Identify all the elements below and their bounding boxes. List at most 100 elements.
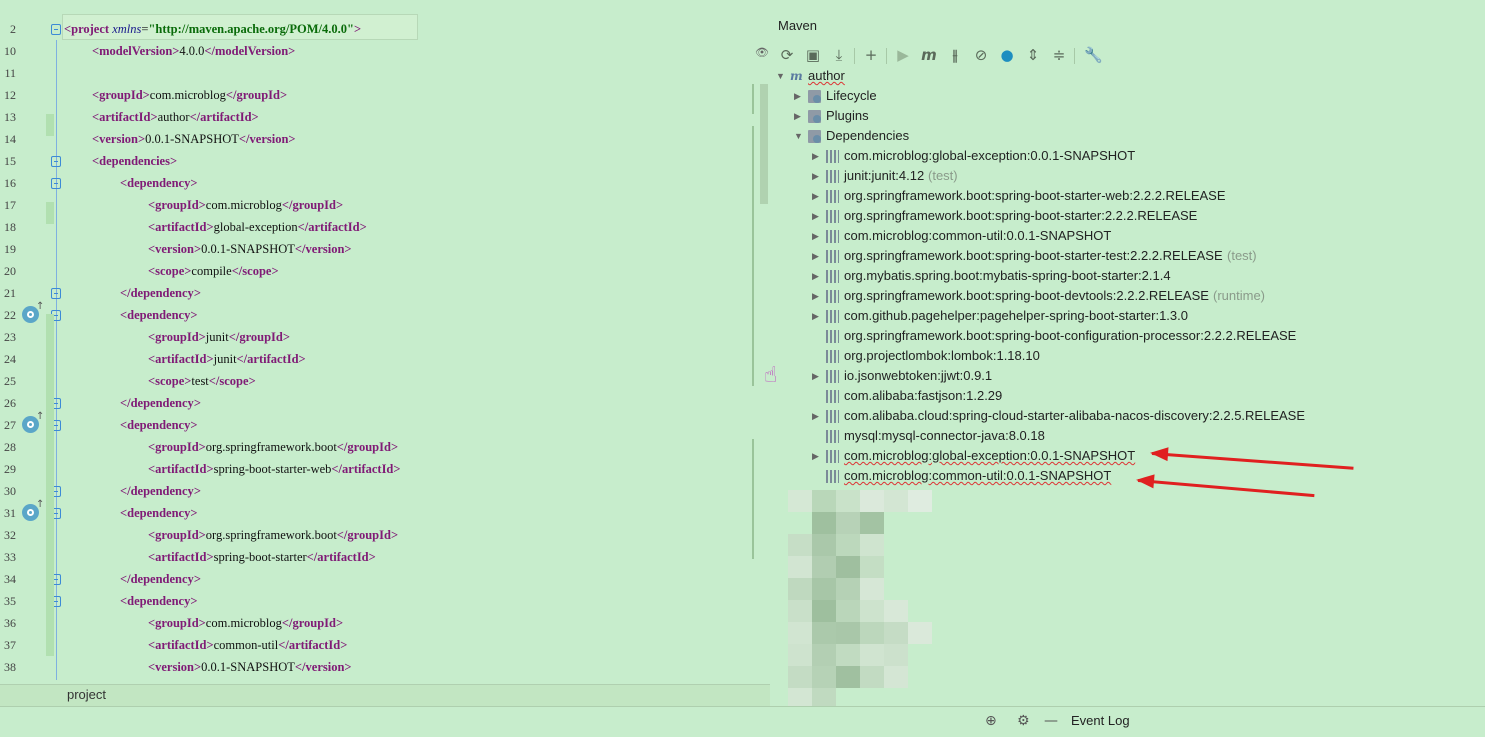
show-dependencies-icon[interactable]: ● <box>998 46 1016 64</box>
chevron-right-icon[interactable]: ▶ <box>812 146 822 166</box>
code-line[interactable]: <groupId>com.microblog</groupId> <box>148 194 770 216</box>
chevron-right-icon[interactable]: ▶ <box>812 366 822 386</box>
code-line[interactable]: <groupId>junit</groupId> <box>148 326 770 348</box>
chevron-right-icon[interactable]: ▶ <box>812 166 822 186</box>
chevron-right-icon[interactable]: ▶ <box>794 86 804 106</box>
code-line[interactable]: <dependency> <box>120 590 770 612</box>
settings-wrench-icon[interactable]: 🔧 <box>1084 46 1103 64</box>
library-icon <box>826 350 839 363</box>
fold-marker-icon[interactable] <box>51 156 61 167</box>
preview-eye-icon[interactable]: 👁 <box>755 46 769 59</box>
code-line[interactable]: <project xmlns="http://maven.apache.org/… <box>64 18 770 40</box>
chevron-right-icon[interactable]: ▶ <box>812 186 822 206</box>
tree-item[interactable]: ▶ Plugins <box>770 106 1485 126</box>
tree-item[interactable]: org.projectlombok:lombok:1.18.10 <box>770 346 1485 366</box>
tree-item[interactable]: ▶ org.mybatis.spring.boot:mybatis-spring-… <box>770 266 1485 286</box>
code-line[interactable]: <version>0.0.1-SNAPSHOT</version> <box>148 656 770 678</box>
chevron-right-icon[interactable]: ▶ <box>812 406 822 426</box>
tag-name: groupId <box>292 198 336 212</box>
expand-all-icon[interactable]: ⇕ <box>1024 46 1042 64</box>
target-icon[interactable]: ⊕ <box>985 713 997 729</box>
chevron-right-icon[interactable]: ▶ <box>812 226 822 246</box>
code-line[interactable]: <dependency> <box>120 172 770 194</box>
editor-vertical-scrollbar[interactable] <box>760 84 768 204</box>
tree-item[interactable]: com.alibaba:fastjson:1.2.29 <box>770 386 1485 406</box>
tag-bracket: > <box>198 198 206 212</box>
chevron-right-icon[interactable]: ▶ <box>812 446 822 466</box>
tree-item[interactable]: ▶ org.springframework.boot:spring-boot-de… <box>770 286 1485 306</box>
tree-item[interactable]: ▶ org.springframework.boot:spring-boot-st… <box>770 186 1485 206</box>
fold-marker-icon[interactable] <box>51 178 61 189</box>
code-line[interactable]: <artifactId>junit</artifactId> <box>148 348 770 370</box>
code-line[interactable]: <dependency> <box>120 414 770 436</box>
tree-item[interactable]: org.springframework.boot:spring-boot-con… <box>770 326 1485 346</box>
tree-item[interactable]: ▶ com.alibaba.cloud:spring-cloud-starter-… <box>770 406 1485 426</box>
event-log-tab[interactable]: Event Log <box>1071 713 1130 728</box>
code-line[interactable]: <version>0.0.1-SNAPSHOT</version> <box>148 238 770 260</box>
code-line[interactable]: <dependency> <box>120 304 770 326</box>
tree-item[interactable]: ▶ Lifecycle <box>770 86 1485 106</box>
tag-bracket: > <box>288 132 296 146</box>
code-line[interactable]: <groupId>org.springframework.boot</group… <box>148 524 770 546</box>
code-line[interactable]: <version>0.0.1-SNAPSHOT</version> <box>92 128 770 150</box>
element-text: 0.0.1-SNAPSHOT <box>145 132 239 146</box>
gear-icon[interactable]: ⚙ <box>1017 713 1030 729</box>
code-line[interactable]: <modelVersion>4.0.0</modelVersion> <box>92 40 770 62</box>
chevron-down-icon[interactable]: ▼ <box>794 126 804 146</box>
chevron-right-icon[interactable]: ▶ <box>812 246 822 266</box>
refresh-icon[interactable]: ⟳ <box>778 46 796 64</box>
pom-editor[interactable]: 2 <project xmlns="http://maven.apache.org… <box>0 14 770 684</box>
fold-marker-icon[interactable] <box>51 288 61 299</box>
tree-item[interactable]: ▶ junit:junit:4.12 (test) <box>770 166 1485 186</box>
code-line[interactable]: <artifactId>global-exception</artifactId… <box>148 216 770 238</box>
tree-item[interactable]: com.microblog:common-util:0.0.1-SNAPSHOT <box>770 466 1485 486</box>
collapse-all-icon[interactable]: ≑ <box>1050 46 1068 64</box>
code-line[interactable]: <groupId>com.microblog</groupId> <box>148 612 770 634</box>
minimize-icon[interactable]: — <box>1044 713 1058 729</box>
code-line[interactable]: <artifactId>common-util</artifactId> <box>148 634 770 656</box>
fold-marker-icon[interactable] <box>51 24 61 35</box>
breadcrumb[interactable]: project <box>0 684 770 707</box>
code-line[interactable]: <scope>compile</scope> <box>148 260 770 282</box>
tree-item[interactable]: mysql:mysql-connector-java:8.0.18 <box>770 426 1485 446</box>
chevron-right-icon[interactable]: ▶ <box>794 106 804 126</box>
chevron-right-icon[interactable]: ▶ <box>812 306 822 326</box>
code-line[interactable]: <artifactId>spring-boot-starter</artifac… <box>148 546 770 568</box>
tree-item[interactable]: ▼ Dependencies <box>770 126 1485 146</box>
tree-item[interactable]: ▶ io.jsonwebtoken:jjwt:0.9.1 <box>770 366 1485 386</box>
add-icon[interactable]: + <box>862 46 880 64</box>
skip-tests-icon[interactable]: ⊘ <box>972 46 990 64</box>
code-line[interactable]: <artifactId>author</artifactId> <box>92 106 770 128</box>
code-line[interactable]: </dependency> <box>120 480 770 502</box>
tree-item[interactable]: ▶ com.microblog:common-util:0.0.1-SNAPSHO… <box>770 226 1485 246</box>
chevron-right-icon[interactable]: ▶ <box>812 266 822 286</box>
download-icon[interactable]: ⤓ <box>830 46 848 64</box>
code-line[interactable]: </dependency> <box>120 392 770 414</box>
code-line[interactable]: <dependencies> <box>92 150 770 172</box>
maven-goal-icon[interactable]: m <box>920 46 938 64</box>
override-gutter-icon[interactable]: ↑ <box>22 412 44 433</box>
code-line[interactable]: <dependency> <box>120 502 770 524</box>
code-line[interactable]: </dependency> <box>120 282 770 304</box>
tree-root-author[interactable]: ▼ m author <box>770 66 1485 86</box>
tag-name: scope <box>155 374 185 388</box>
run-icon[interactable]: ▶ <box>894 46 912 64</box>
code-line[interactable]: <groupId>com.microblog</groupId> <box>92 84 770 106</box>
tree-item[interactable]: ▶ com.microblog:global-exception:0.0.1-SN… <box>770 146 1485 166</box>
tree-item[interactable]: ▶ org.springframework.boot:spring-boot-st… <box>770 246 1485 266</box>
chevron-down-icon[interactable]: ▼ <box>776 66 786 86</box>
tree-item[interactable]: ▶ com.github.pagehelper:pagehelper-spring… <box>770 306 1485 326</box>
tree-item[interactable]: ▶ com.microblog:global-exception:0.0.1-SN… <box>770 446 1485 466</box>
code-line[interactable]: <groupId>org.springframework.boot</group… <box>148 436 770 458</box>
tree-item[interactable]: ▶ org.springframework.boot:spring-boot-st… <box>770 206 1485 226</box>
chevron-right-icon[interactable]: ▶ <box>812 206 822 226</box>
toggle-offline-icon[interactable]: ⫲ <box>946 46 964 64</box>
code-line[interactable]: <artifactId>spring-boot-starter-web</art… <box>148 458 770 480</box>
reimport-icon[interactable]: ▣ <box>804 46 822 64</box>
chevron-right-icon[interactable]: ▶ <box>812 286 822 306</box>
override-gutter-icon[interactable]: ↑ <box>22 500 44 521</box>
code-line[interactable]: </dependency> <box>120 568 770 590</box>
code-line[interactable]: <scope>test</scope> <box>148 370 770 392</box>
breadcrumb-item[interactable]: project <box>67 687 106 702</box>
override-gutter-icon[interactable]: ↑ <box>22 302 44 323</box>
